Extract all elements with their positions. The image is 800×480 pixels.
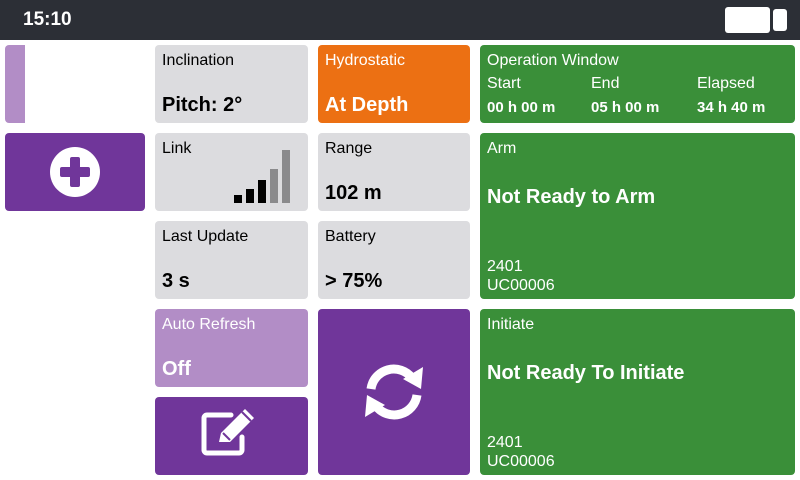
refresh-icon <box>365 364 423 420</box>
arm-device-code: UC00006 <box>487 277 555 294</box>
elapsed-value: 34 h 40 m <box>697 99 766 116</box>
battery-value: > 75% <box>325 270 383 292</box>
arm-label: Arm <box>487 140 517 157</box>
device-code: UC00006 <box>38 86 132 111</box>
device-id: 2401 <box>60 58 110 83</box>
device-selector[interactable]: 2401 UC00006 <box>5 45 145 123</box>
auto-refresh-value: Off <box>162 358 191 380</box>
last-update-tile: Last Update 3 s <box>155 221 308 299</box>
elapsed-label: Elapsed <box>697 75 755 92</box>
range-tile: Range 102 m <box>318 133 470 211</box>
add-device-button[interactable] <box>5 133 145 211</box>
last-update-label: Last Update <box>162 228 249 245</box>
edit-button[interactable] <box>155 397 308 475</box>
battery-icon <box>725 7 787 33</box>
signal-icon <box>234 150 290 203</box>
arm-status: Not Ready to Arm <box>487 186 656 208</box>
link-label: Link <box>162 140 192 157</box>
initiate-label: Initiate <box>487 316 535 333</box>
end-value: 05 h 00 m <box>591 99 660 116</box>
link-tile: Link <box>155 133 308 211</box>
arm-device-id: 2401 <box>487 258 523 275</box>
operation-window-tile: Operation Window Start End Elapsed 00 h … <box>480 45 795 123</box>
range-value: 102 m <box>325 182 382 204</box>
plus-circle-icon <box>50 147 100 197</box>
initiate-device-code: UC00006 <box>487 453 555 470</box>
status-bar: 15:10 <box>0 0 800 40</box>
refresh-button[interactable] <box>318 309 470 475</box>
end-label: End <box>591 75 620 92</box>
start-value: 00 h 00 m <box>487 99 556 116</box>
initiate-status: Not Ready To Initiate <box>487 362 685 384</box>
auto-refresh-label: Auto Refresh <box>162 316 256 333</box>
battery-tile: Battery > 75% <box>318 221 470 299</box>
inclination-value: Pitch: 2° <box>162 94 243 116</box>
inclination-tile: Inclination Pitch: 2° <box>155 45 308 123</box>
hydrostatic-tile: Hydrostatic At Depth <box>318 45 470 123</box>
clock: 15:10 <box>23 9 72 30</box>
battery-label: Battery <box>325 228 376 245</box>
operation-window-label: Operation Window <box>487 52 619 69</box>
hydrostatic-value: At Depth <box>325 94 409 116</box>
range-label: Range <box>325 140 373 157</box>
initiate-device-id: 2401 <box>487 434 523 451</box>
arm-button[interactable]: Arm Not Ready to Arm 2401 UC00006 <box>480 133 795 299</box>
initiate-button[interactable]: Initiate Not Ready To Initiate 2401 UC00… <box>480 309 795 475</box>
start-label: Start <box>487 75 521 92</box>
device-selected-indicator <box>5 45 25 123</box>
hydrostatic-label: Hydrostatic <box>325 52 406 69</box>
edit-icon <box>201 409 254 456</box>
inclination-label: Inclination <box>162 52 235 69</box>
last-update-value: 3 s <box>162 270 190 292</box>
auto-refresh-toggle[interactable]: Auto Refresh Off <box>155 309 308 387</box>
